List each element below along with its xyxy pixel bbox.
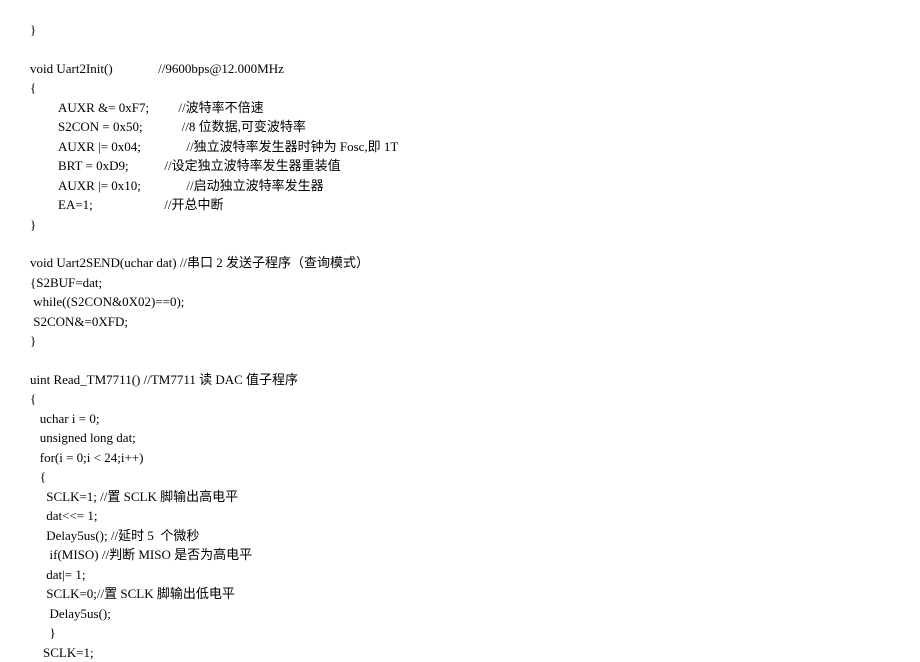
code-line: SCLK=1; — [30, 643, 890, 662]
code-line: { — [30, 389, 890, 409]
code-line: AUXR |= 0x10; //启动独立波特率发生器 — [30, 176, 890, 196]
code-line: Delay5us(); — [30, 604, 890, 624]
code-document: }void Uart2Init() //9600bps@12.000MHz{AU… — [30, 20, 890, 662]
code-line: } — [30, 331, 890, 351]
code-line: void Uart2SEND(uchar dat) //串口 2 发送子程序（查… — [30, 253, 890, 273]
code-line: for(i = 0;i < 24;i++) — [30, 448, 890, 468]
code-line: uchar i = 0; — [30, 409, 890, 429]
code-line: { — [30, 78, 890, 98]
code-line: } — [30, 20, 890, 40]
code-line: SCLK=0;//置 SCLK 脚输出低电平 — [30, 584, 890, 604]
code-line: BRT = 0xD9; //设定独立波特率发生器重装值 — [30, 156, 890, 176]
code-line — [30, 351, 890, 370]
code-line: EA=1; //开总中断 — [30, 195, 890, 215]
code-line: unsigned long dat; — [30, 428, 890, 448]
code-line: dat|= 1; — [30, 565, 890, 585]
code-line: S2CON = 0x50; //8 位数据,可变波特率 — [30, 117, 890, 137]
code-line: if(MISO) //判断 MISO 是否为高电平 — [30, 545, 890, 565]
code-line — [30, 40, 890, 59]
code-line: AUXR &= 0xF7; //波特率不倍速 — [30, 98, 890, 118]
code-line: { — [30, 467, 890, 487]
code-line: {S2BUF=dat; — [30, 273, 890, 293]
code-line — [30, 234, 890, 253]
code-line: S2CON&=0XFD; — [30, 312, 890, 332]
code-line: } — [30, 215, 890, 235]
code-line: void Uart2Init() //9600bps@12.000MHz — [30, 59, 890, 79]
code-line: Delay5us(); //延时 5 个微秒 — [30, 526, 890, 546]
code-line: AUXR |= 0x04; //独立波特率发生器时钟为 Fosc,即 1T — [30, 137, 890, 157]
code-line: dat<<= 1; — [30, 506, 890, 526]
code-line: uint Read_TM7711() //TM7711 读 DAC 值子程序 — [30, 370, 890, 390]
code-line: while((S2CON&0X02)==0); — [30, 292, 890, 312]
code-line: } — [30, 623, 890, 643]
code-line: SCLK=1; //置 SCLK 脚输出高电平 — [30, 487, 890, 507]
